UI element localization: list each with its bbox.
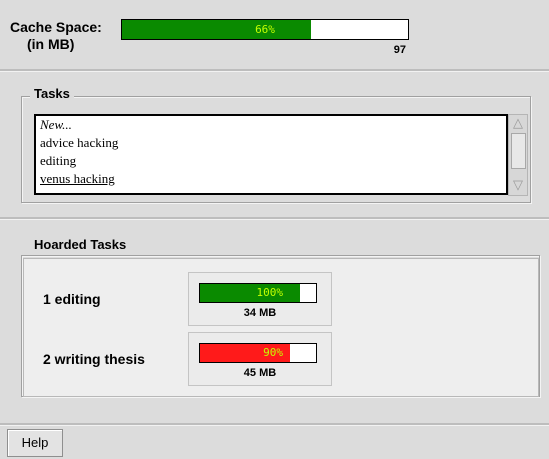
hoarded-tasks-group-title: Hoarded Tasks [30,237,131,252]
list-item-new[interactable]: New... [36,116,506,134]
hoarded-task-1-size: 34 MB [243,307,277,319]
section-divider [0,217,549,220]
cache-space-unit-label: (in MB) [27,36,75,52]
list-item-venus-hacking[interactable]: venus hacking [36,170,506,188]
hoarded-task-2-label: 2 writing thesis [43,351,145,367]
cache-space-percent-text: 66% [255,23,275,36]
list-item-advice-hacking[interactable]: advice hacking [36,134,506,152]
hoarded-task-1-card: 100% 34 MB [188,272,332,326]
hoarded-task-2-progress-bar: 90% [199,343,317,363]
section-divider [0,69,549,72]
hoarded-task-2-card: 90% 45 MB [188,332,332,386]
tasks-scrollbar[interactable]: △ ▽ [508,114,528,196]
scroll-down-arrow-icon[interactable]: ▽ [511,178,525,192]
list-item-editing[interactable]: editing [36,152,506,170]
help-button[interactable]: Help [7,429,63,457]
hoarded-task-1-progress-bar: 100% [199,283,317,303]
tasks-listbox[interactable]: New... advice hacking editing venus hack… [34,114,508,195]
hoarded-task-1-label: 1 editing [43,291,101,307]
hoarded-task-2-size: 45 MB [243,367,277,379]
hoarded-task-1-percent-text: 100% [256,286,284,299]
scrollbar-thumb[interactable] [511,133,526,169]
cache-space-value: 97 [393,44,406,56]
hoarded-task-2-percent-text: 90% [263,346,283,359]
cache-space-progress-bar: 66% [121,19,409,40]
section-divider [0,423,549,426]
cache-space-label: Cache Space: [10,19,102,35]
scroll-up-arrow-icon[interactable]: △ [511,116,525,130]
tasks-group-title: Tasks [30,86,74,101]
